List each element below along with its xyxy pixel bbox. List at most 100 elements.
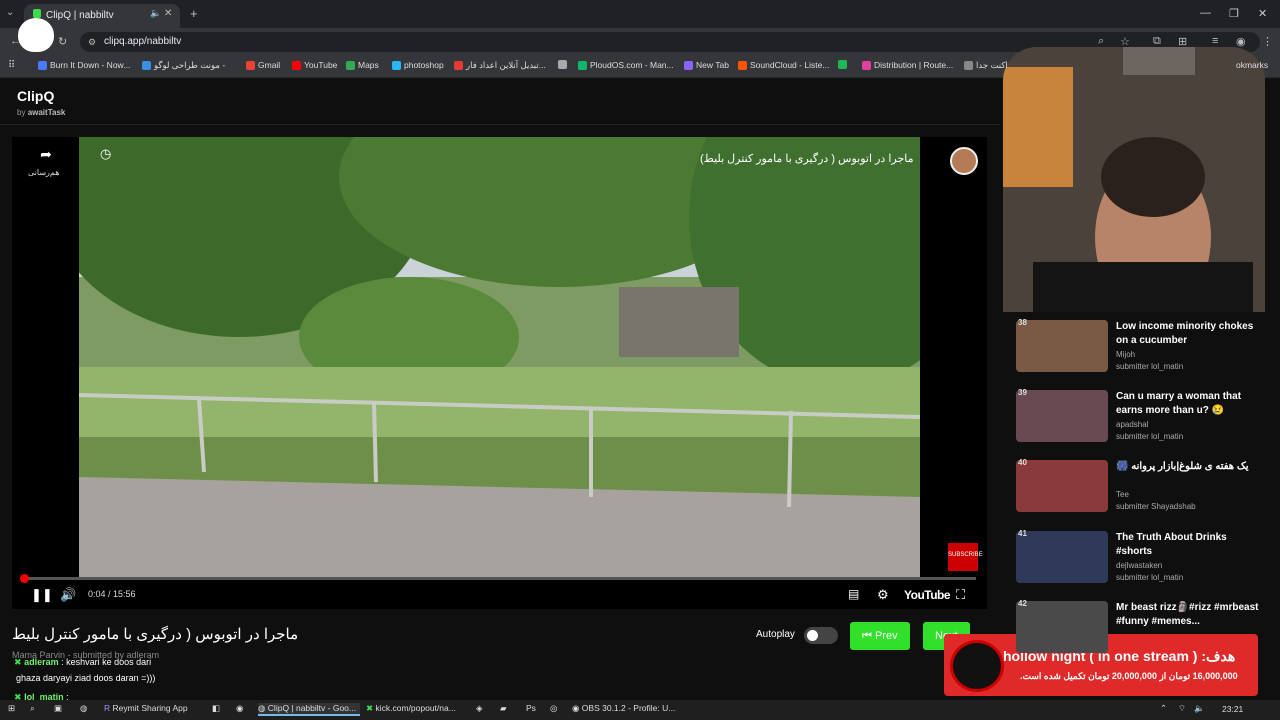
bookmark-item[interactable]: YouTube bbox=[292, 60, 337, 70]
watch-later-icon[interactable]: ◷ bbox=[100, 146, 111, 162]
chrome-icon[interactable]: ◍ bbox=[80, 703, 87, 714]
bookmark-label: okmarks bbox=[1236, 60, 1269, 70]
progress-bar[interactable] bbox=[24, 577, 976, 580]
search-icon[interactable]: ⌕ bbox=[30, 703, 35, 714]
subscribe-badge[interactable]: SUBSCRIBE bbox=[948, 543, 983, 571]
bookmark-label: PloudOS.com - Man... bbox=[590, 60, 674, 70]
taskbar-obs[interactable]: ◉ OBS 30.1.2 - Profile: U... bbox=[572, 703, 675, 714]
bookmark-favicon-icon bbox=[838, 60, 847, 69]
bookmark-item[interactable]: Burn It Down - Now... bbox=[38, 60, 130, 70]
volume-icon[interactable]: 🔊 bbox=[60, 587, 76, 603]
prev-icon: ⏮ bbox=[862, 630, 872, 642]
photoshop-icon[interactable]: Ps bbox=[526, 703, 536, 713]
bookmark-item[interactable]: Distribution | Route... bbox=[862, 60, 953, 70]
tab-audio-icon[interactable]: 🔈 bbox=[150, 8, 161, 19]
queue-thumbnail[interactable] bbox=[1016, 390, 1108, 442]
queue-item[interactable]: 42 Mr beast rizz🗿#rizz #mrbeast #funny #m… bbox=[1016, 599, 1261, 663]
queue-title[interactable]: The Truth About Drinks #shorts bbox=[1116, 531, 1261, 559]
taskbar-kick[interactable]: ✖ kick.com/popout/na... bbox=[366, 703, 456, 714]
bookmark-item[interactable] bbox=[838, 60, 850, 69]
bookmark-label: Gmail bbox=[258, 60, 281, 70]
queue-item[interactable]: 38 Low income minority chokes on a cucumb… bbox=[1016, 318, 1261, 382]
steam-icon[interactable]: ◈ bbox=[476, 703, 483, 714]
url-text[interactable]: clipq.app/nabbiltv bbox=[104, 36, 181, 47]
bookmark-item[interactable]: okmarks bbox=[1236, 60, 1268, 70]
settings-icon[interactable]: ⚙ bbox=[877, 587, 889, 603]
discord-icon[interactable]: ◎ bbox=[550, 703, 557, 714]
site-info-icon[interactable]: ⚙ bbox=[88, 37, 96, 48]
queue-channel: Tee bbox=[1116, 490, 1129, 499]
video-title[interactable]: ماجرا در اتوبوس ( درگیری با مامور کنترل … bbox=[700, 152, 914, 165]
prev-label: Prev bbox=[874, 630, 898, 642]
bookmark-item[interactable]: photoshop bbox=[392, 60, 444, 70]
bookmark-item[interactable]: اکنت جدا bbox=[964, 60, 1008, 71]
back-icon[interactable]: ← bbox=[10, 35, 21, 47]
taskbar-reymit[interactable]: R Reymit Sharing App bbox=[104, 703, 188, 713]
start-icon[interactable]: ⊞ bbox=[8, 703, 15, 714]
firefox-icon[interactable]: ◉ bbox=[236, 703, 243, 714]
task-view-icon[interactable]: ▣ bbox=[54, 703, 62, 714]
share-icon[interactable]: ➦ bbox=[36, 146, 56, 163]
taskbar-app-icon[interactable]: ◧ bbox=[212, 703, 220, 714]
queue-thumbnail[interactable] bbox=[1016, 601, 1108, 653]
bookmark-favicon-icon bbox=[862, 60, 871, 70]
tab-favicon bbox=[33, 9, 41, 18]
bookmark-label: تبدیل آنلاین اعداد فار... bbox=[466, 60, 546, 70]
menu-icon[interactable]: ⋮ bbox=[1262, 35, 1273, 48]
bookmark-label: photoshop bbox=[404, 60, 444, 70]
reload-icon[interactable]: ↻ bbox=[58, 35, 67, 48]
speaker-icon[interactable]: 🔈 bbox=[1194, 703, 1205, 714]
bookmark-item[interactable] bbox=[558, 60, 570, 69]
close-window-button[interactable]: ✕ bbox=[1258, 7, 1267, 20]
bookmark-favicon-icon bbox=[142, 61, 151, 70]
bookmark-item[interactable]: Maps bbox=[346, 60, 379, 70]
queue-thumbnail[interactable] bbox=[1016, 460, 1108, 512]
queue-title[interactable]: Can u marry a woman that earns more than… bbox=[1116, 390, 1261, 418]
bookmark-favicon-icon bbox=[578, 60, 587, 70]
bookmark-item[interactable]: مونت طراحی لوگو - bbox=[142, 60, 225, 71]
video-frame[interactable] bbox=[79, 137, 920, 579]
clip-title: ماجرا در اتوبوس ( درگیری با مامور کنترل … bbox=[12, 626, 299, 643]
queue-thumbnail[interactable] bbox=[1016, 320, 1108, 372]
queue-item[interactable]: 39 Can u marry a woman that earns more th… bbox=[1016, 388, 1261, 452]
queue-item[interactable]: 41 The Truth About Drinks #shorts dejlwast… bbox=[1016, 529, 1261, 593]
queue-title[interactable]: Mr beast rizz🗿#rizz #mrbeast #funny #mem… bbox=[1116, 601, 1261, 629]
network-icon[interactable]: ⌔ bbox=[1178, 703, 1186, 714]
bookmark-item[interactable]: PloudOS.com - Man... bbox=[578, 60, 674, 70]
channel-avatar[interactable] bbox=[950, 147, 978, 175]
bookmark-label: New Tab bbox=[696, 60, 729, 70]
chat-line: ✖ adleram : keshvari ke doos dari bbox=[14, 657, 152, 667]
apps-icon[interactable]: ⠿ bbox=[8, 60, 15, 71]
bookmark-item[interactable]: تبدیل آنلاین اعداد فار... bbox=[454, 60, 546, 71]
tab-close-icon[interactable]: ✕ bbox=[164, 8, 172, 19]
scrub-handle[interactable] bbox=[20, 574, 29, 583]
bookmark-item[interactable]: SoundCloud - Liste... bbox=[738, 60, 829, 70]
youtube-logo[interactable]: YouTube bbox=[904, 588, 951, 602]
folder-icon[interactable]: ▰ bbox=[500, 703, 507, 714]
profile-icon[interactable]: ◉ bbox=[1236, 35, 1246, 48]
app-logo[interactable]: ClipQ bbox=[17, 88, 54, 104]
queue-item[interactable]: 40 🎆 یک هفته ی شلوغ|بازار پروانه Tee submit… bbox=[1016, 458, 1261, 522]
bookmark-favicon-icon bbox=[738, 60, 747, 70]
autoplay-toggle-knob bbox=[807, 630, 818, 641]
taskbar-clipq[interactable]: ◍ ClipQ | nabbiltv - Goo... bbox=[258, 703, 360, 716]
taskbar-clock[interactable]: 23:21 bbox=[1222, 704, 1243, 714]
captions-icon[interactable]: ▤ bbox=[848, 587, 859, 601]
bookmark-item[interactable]: Gmail bbox=[246, 60, 280, 70]
queue-title[interactable]: 🎆 یک هفته ی شلوغ|بازار پروانه bbox=[1116, 460, 1261, 474]
bookmark-favicon-icon bbox=[38, 60, 47, 70]
prev-button[interactable]: ⏮ Prev bbox=[850, 622, 910, 650]
pause-icon[interactable]: ❚❚ bbox=[31, 587, 53, 603]
tray-expand-icon[interactable]: ⌃ bbox=[1160, 703, 1167, 714]
share-label[interactable]: هم‌رسانی bbox=[28, 168, 59, 177]
fullscreen-icon[interactable]: ⛶ bbox=[956, 587, 965, 603]
maximize-button[interactable]: ❐ bbox=[1229, 7, 1239, 20]
minimize-button[interactable]: — bbox=[1200, 7, 1211, 19]
new-tab-button[interactable]: + bbox=[190, 6, 198, 21]
queue-number: 42 bbox=[1018, 599, 1027, 608]
bookmark-item[interactable]: New Tab bbox=[684, 60, 729, 70]
tab-list-icon[interactable]: ⌄ bbox=[6, 7, 14, 18]
queue-title[interactable]: Low income minority chokes on a cucumber bbox=[1116, 320, 1261, 348]
queue-thumbnail[interactable] bbox=[1016, 531, 1108, 583]
media-icon[interactable]: ≡ bbox=[1212, 35, 1218, 47]
